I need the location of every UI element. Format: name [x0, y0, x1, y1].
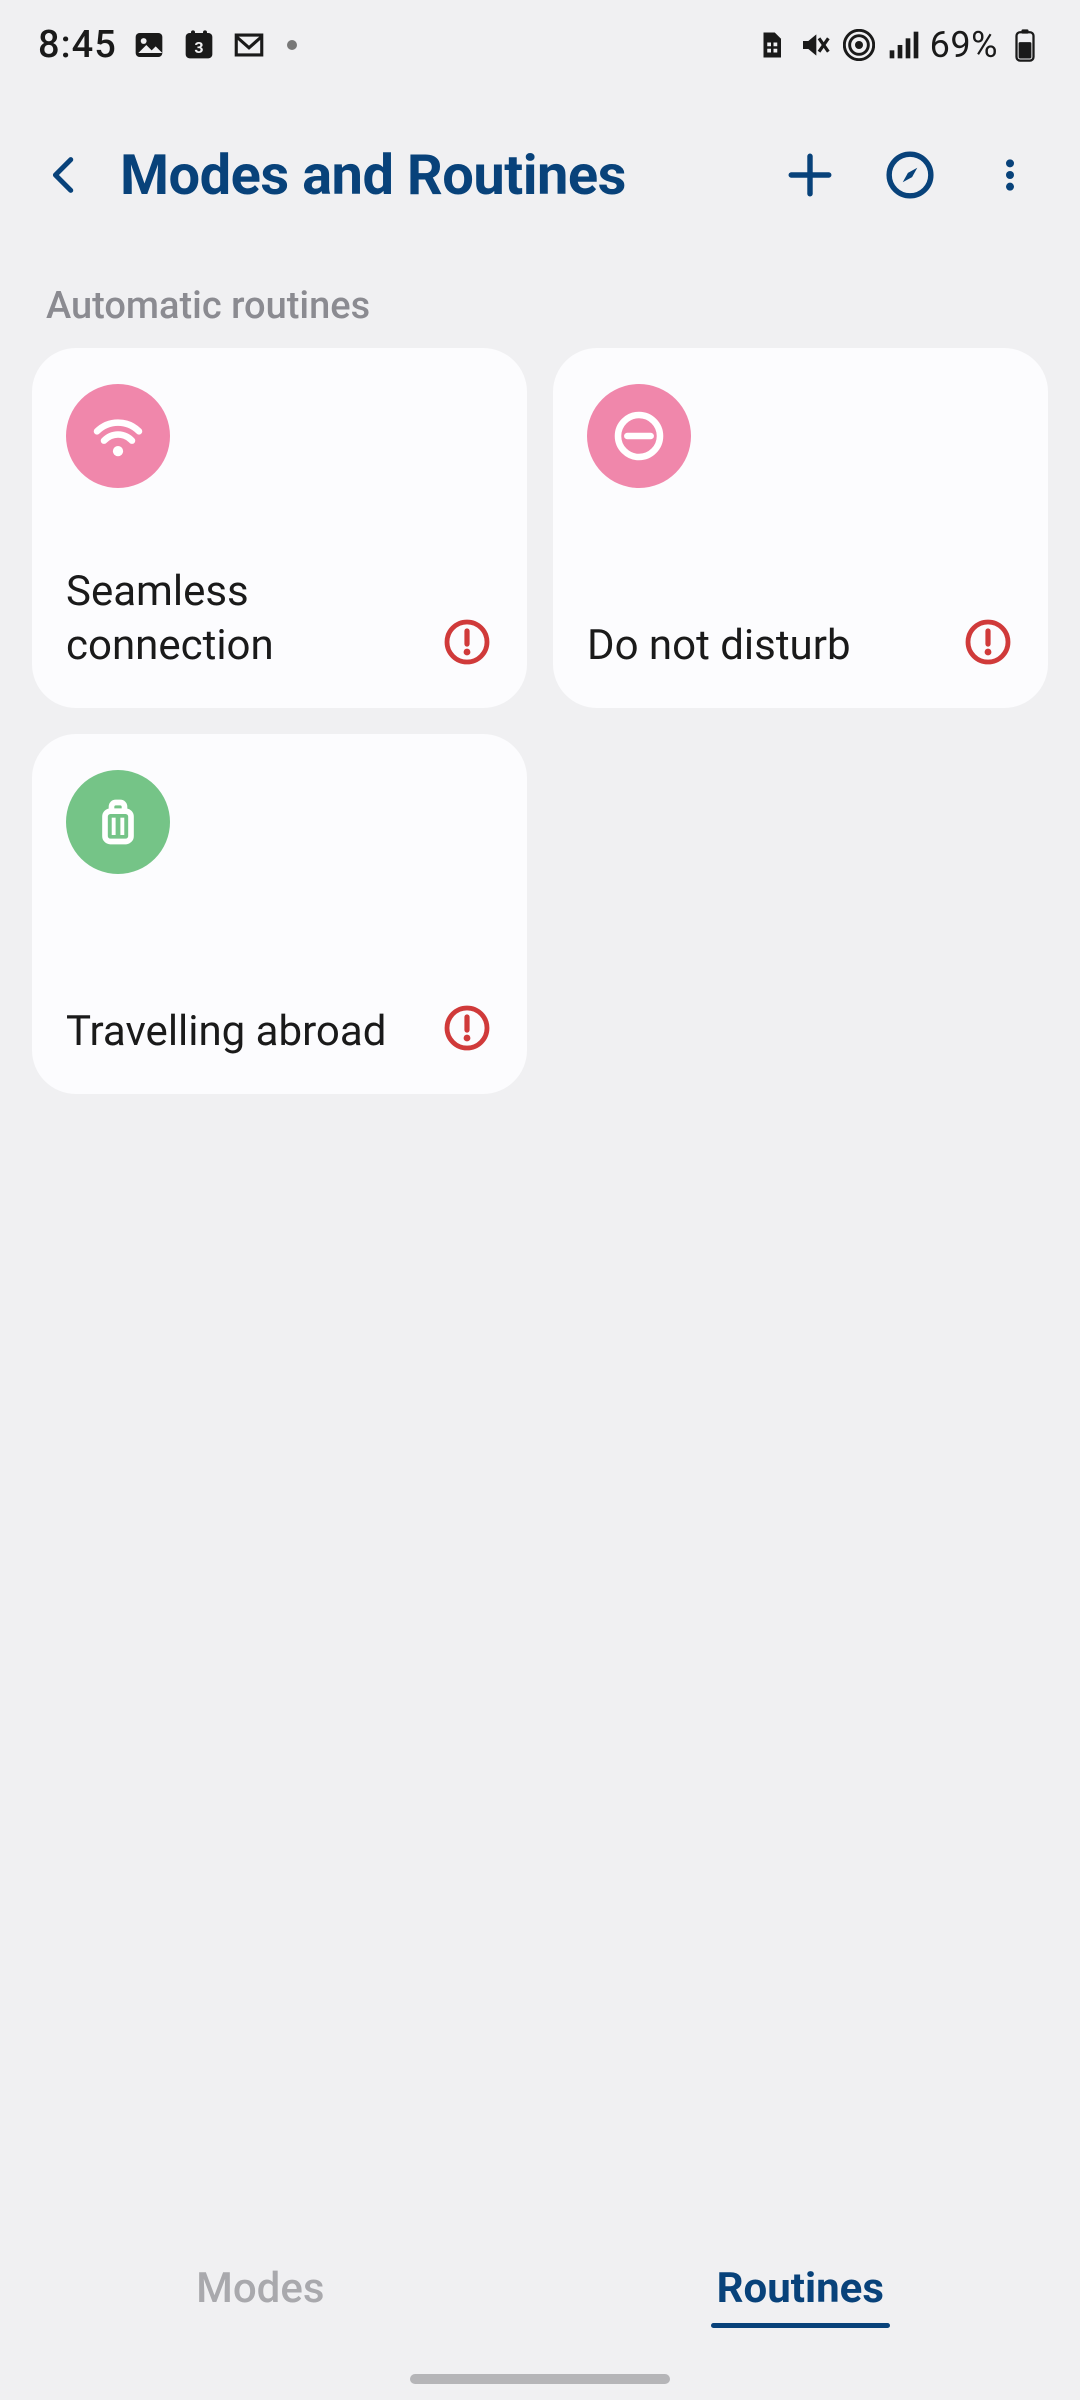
routines-grid: Seamless connection Do not disturb Trave…	[0, 348, 1080, 1094]
svg-text:3: 3	[194, 38, 203, 57]
routine-card-do-not-disturb[interactable]: Do not disturb	[553, 348, 1048, 708]
status-bar: 8:45 3 69%	[0, 0, 1080, 90]
status-battery: 69%	[930, 24, 998, 66]
alert-icon	[962, 616, 1014, 668]
calendar-icon: 3	[181, 27, 217, 63]
gesture-bar	[410, 2374, 670, 2384]
battery-icon	[1008, 28, 1042, 62]
bottom-nav: Modes Routines	[0, 2228, 1080, 2348]
signal-icon	[886, 28, 920, 62]
overflow-menu-button[interactable]	[970, 135, 1050, 215]
compass-icon	[885, 150, 935, 200]
mute-icon	[798, 28, 832, 62]
plus-icon	[785, 150, 835, 200]
wifi-icon	[66, 384, 170, 488]
sim-icon	[754, 28, 788, 62]
hotspot-icon	[842, 28, 876, 62]
routine-label: Travelling abroad	[66, 1005, 431, 1060]
gallery-icon	[131, 27, 167, 63]
more-vert-icon	[990, 155, 1030, 195]
tab-routines[interactable]: Routines	[711, 2250, 890, 2327]
alert-icon	[441, 1002, 493, 1054]
page-title: Modes and Routines	[120, 142, 750, 208]
app-bar: Modes and Routines	[0, 90, 1080, 260]
routine-label: Do not disturb	[587, 619, 952, 674]
add-routine-button[interactable]	[770, 135, 850, 215]
gmail-icon	[231, 27, 267, 63]
routine-card-travelling-abroad[interactable]: Travelling abroad	[32, 734, 527, 1094]
section-header: Automatic routines	[0, 260, 1080, 348]
minus-circle-icon	[587, 384, 691, 488]
back-button[interactable]	[30, 140, 100, 210]
routine-label: Seamless connection	[66, 565, 431, 674]
tab-modes[interactable]: Modes	[190, 2250, 330, 2327]
suitcase-icon	[66, 770, 170, 874]
chevron-left-icon	[42, 152, 88, 198]
routine-card-seamless-connection[interactable]: Seamless connection	[32, 348, 527, 708]
alert-icon	[441, 616, 493, 668]
status-overflow-dot-icon	[287, 40, 297, 50]
discover-button[interactable]	[870, 135, 950, 215]
status-time: 8:45	[38, 23, 117, 67]
